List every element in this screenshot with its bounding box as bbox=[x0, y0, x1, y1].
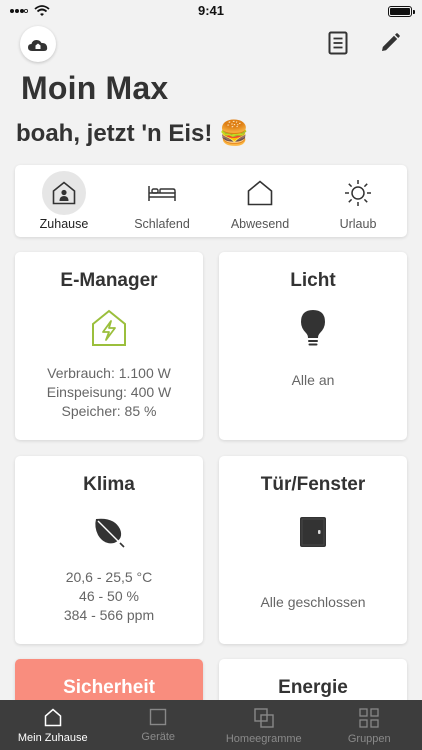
mode-icon-wrap bbox=[336, 171, 380, 215]
card-title: Tür/Fenster bbox=[260, 474, 366, 495]
mode-label: Abwesend bbox=[230, 217, 290, 231]
card-line-einspeisung: Einspeisung: 400 W bbox=[46, 384, 172, 400]
status-time: 9:41 bbox=[197, 3, 225, 18]
door-icon bbox=[300, 517, 326, 547]
card-line-co2: 384 - 566 ppm bbox=[63, 607, 155, 623]
tab-geraete[interactable]: Geräte bbox=[106, 700, 212, 750]
energy-house-icon bbox=[92, 309, 126, 346]
battery-icon bbox=[388, 5, 415, 17]
card-tuer-fenster[interactable]: Tür/Fenster Alle geschlossen bbox=[219, 456, 407, 644]
card-lines: 20,6 - 25,5 °C 46 - 50 % 384 - 566 ppm bbox=[15, 568, 203, 625]
pencil-icon bbox=[382, 33, 400, 51]
card-status: Alle geschlossen bbox=[260, 594, 366, 610]
tab-label: Mein Zuhause bbox=[17, 732, 88, 744]
mode-icon-wrap bbox=[42, 171, 86, 215]
greeting-subline: boah, jetzt 'n Eis! 🍔 bbox=[16, 120, 249, 147]
grid-squares-icon bbox=[359, 708, 379, 728]
overlapping-squares-icon bbox=[254, 708, 274, 728]
card-title: Sicherheit bbox=[63, 677, 155, 698]
card-lines: Verbrauch: 1.100 W Einspeisung: 400 W Sp… bbox=[15, 364, 203, 421]
card-title: Licht bbox=[290, 270, 336, 291]
bottom-tab-bar: Mein Zuhause Geräte Homeegramme Gruppen bbox=[0, 700, 422, 750]
home-person-icon bbox=[52, 181, 76, 205]
card-status: Alle an bbox=[291, 372, 335, 388]
lightbulb-icon bbox=[301, 310, 325, 346]
card-icon bbox=[15, 306, 203, 350]
card-icon bbox=[219, 306, 407, 350]
mode-selector: Zuhause Schlafend Abwesend Urlaub bbox=[15, 165, 407, 237]
card-title: E-Manager bbox=[60, 270, 158, 291]
mode-label: Schlafend bbox=[134, 217, 190, 231]
edit-button[interactable] bbox=[377, 30, 403, 56]
mode-zuhause[interactable]: Zuhause bbox=[15, 165, 113, 237]
greeting-title: Moin Max bbox=[21, 70, 169, 106]
card-icon bbox=[15, 510, 203, 554]
card-title: Energie bbox=[278, 677, 348, 698]
home-cloud-logo[interactable] bbox=[20, 26, 56, 62]
mode-label: Zuhause bbox=[39, 217, 89, 231]
house-outline-icon bbox=[44, 708, 61, 727]
log-button[interactable] bbox=[325, 30, 351, 56]
tab-label: Homeegramme bbox=[225, 733, 302, 745]
house-outline-icon bbox=[247, 180, 273, 206]
mode-schlafend[interactable]: Schlafend bbox=[113, 165, 211, 237]
card-e-manager[interactable]: E-Manager Verbrauch: 1.100 W Einspeisung… bbox=[15, 252, 203, 440]
status-bar: 9:41 bbox=[0, 0, 422, 22]
mode-icon-wrap bbox=[140, 171, 184, 215]
mode-abwesend[interactable]: Abwesend bbox=[211, 165, 309, 237]
tab-gruppen[interactable]: Gruppen bbox=[317, 700, 422, 750]
mode-icon-wrap bbox=[238, 171, 282, 215]
card-line-speicher: Speicher: 85 % bbox=[61, 403, 157, 419]
card-klima[interactable]: Klima 20,6 - 25,5 °C 46 - 50 % 384 - 566… bbox=[15, 456, 203, 644]
mode-urlaub[interactable]: Urlaub bbox=[309, 165, 407, 237]
house-cloud-icon bbox=[28, 40, 48, 51]
top-bar bbox=[0, 26, 422, 62]
card-line-humidity: 46 - 50 % bbox=[79, 588, 139, 604]
card-line-verbrauch: Verbrauch: 1.100 W bbox=[47, 365, 171, 381]
sun-icon bbox=[345, 180, 371, 206]
tab-label: Gruppen bbox=[347, 733, 391, 745]
card-line-temperature: 20,6 - 25,5 °C bbox=[65, 569, 153, 585]
tab-mein-zuhause[interactable]: Mein Zuhause bbox=[0, 700, 106, 750]
card-title: Klima bbox=[83, 474, 135, 495]
bed-icon bbox=[148, 186, 176, 201]
device-square-icon bbox=[150, 708, 167, 726]
card-licht[interactable]: Licht Alle an bbox=[219, 252, 407, 440]
tab-homeegramme[interactable]: Homeegramme bbox=[211, 700, 317, 750]
leaf-icon bbox=[95, 518, 125, 548]
document-icon bbox=[328, 31, 348, 55]
tab-label: Geräte bbox=[141, 731, 176, 743]
card-icon bbox=[219, 510, 407, 554]
mode-label: Urlaub bbox=[339, 217, 377, 231]
